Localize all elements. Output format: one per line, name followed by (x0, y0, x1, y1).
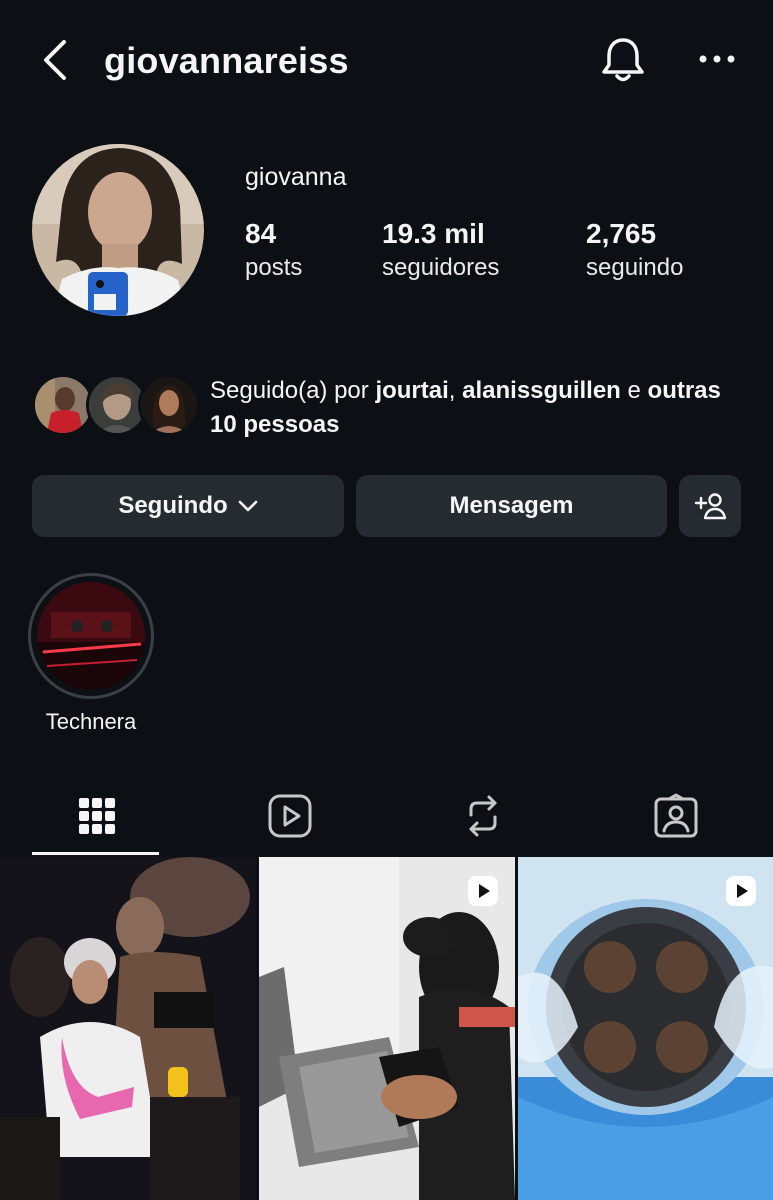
mutual-avatar (32, 374, 94, 436)
stat-followers[interactable]: 19.3 mil seguidores (382, 218, 499, 282)
mutual-avatar (138, 374, 200, 436)
mutual-prefix: Seguido(a) por (210, 377, 376, 404)
stat-posts[interactable]: 84 posts (245, 218, 302, 282)
tab-reposts[interactable] (386, 775, 579, 857)
mutual-name[interactable]: jourtai (375, 377, 448, 404)
tagged-icon (654, 793, 697, 838)
following-button[interactable]: Seguindo (32, 475, 344, 537)
reels-icon (268, 794, 311, 838)
chevron-down-icon (238, 500, 257, 512)
message-button-label: Mensagem (449, 492, 574, 519)
reel-icon (726, 876, 756, 906)
post-thumbnail[interactable] (518, 857, 773, 1200)
following-button-label: Seguindo (118, 492, 228, 519)
stat-following[interactable]: 2,765 seguindo (586, 218, 683, 282)
mutual-conjunction: e (620, 377, 648, 404)
mutual-separator: , (448, 377, 463, 404)
active-tab-indicator (32, 852, 159, 855)
tab-tagged[interactable] (579, 775, 772, 857)
post-thumbnail[interactable] (0, 857, 256, 1200)
stat-followers-label: seguidores (382, 254, 500, 281)
profile-display-name: giovanna (245, 163, 347, 191)
profile-avatar[interactable] (32, 144, 204, 316)
suggest-users-button[interactable] (679, 475, 741, 537)
stat-posts-value: 84 (245, 218, 277, 249)
mutual-followers[interactable]: Seguido(a) por jourtai, alanissguillen e… (32, 372, 752, 442)
highlight-label: Technera (45, 709, 137, 734)
reel-icon (468, 876, 498, 906)
story-highlight[interactable]: Technera (28, 573, 154, 734)
chevron-left-icon (44, 40, 66, 80)
profile-tabs (0, 775, 773, 857)
notifications-button[interactable] (598, 34, 648, 86)
profile-username: giovannareiss (104, 40, 349, 81)
highlight-ring (28, 573, 154, 699)
add-user-icon (694, 493, 727, 520)
stat-following-value: 2,765 (586, 218, 657, 249)
posts-grid (0, 857, 773, 1200)
post-thumbnail[interactable] (259, 857, 515, 1200)
stat-followers-value: 19.3 mil (382, 218, 485, 249)
tab-reels[interactable] (193, 775, 386, 857)
bell-icon (602, 38, 644, 82)
back-button[interactable] (36, 38, 76, 82)
message-button[interactable]: Mensagem (356, 475, 667, 537)
stat-following-label: seguindo (586, 254, 684, 281)
tab-posts-grid[interactable] (0, 775, 193, 857)
more-horizontal-icon (699, 55, 735, 63)
grid-icon (78, 798, 115, 834)
repost-icon (469, 795, 496, 837)
highlight-cover (37, 582, 145, 690)
more-options-button[interactable] (696, 44, 740, 74)
mutual-name[interactable]: alanissguillen (462, 377, 621, 404)
mutual-followers-text: Seguido(a) por jourtai, alanissguillen e… (210, 374, 730, 442)
profile-header: giovannareiss (0, 0, 773, 120)
stat-posts-label: posts (245, 254, 303, 281)
